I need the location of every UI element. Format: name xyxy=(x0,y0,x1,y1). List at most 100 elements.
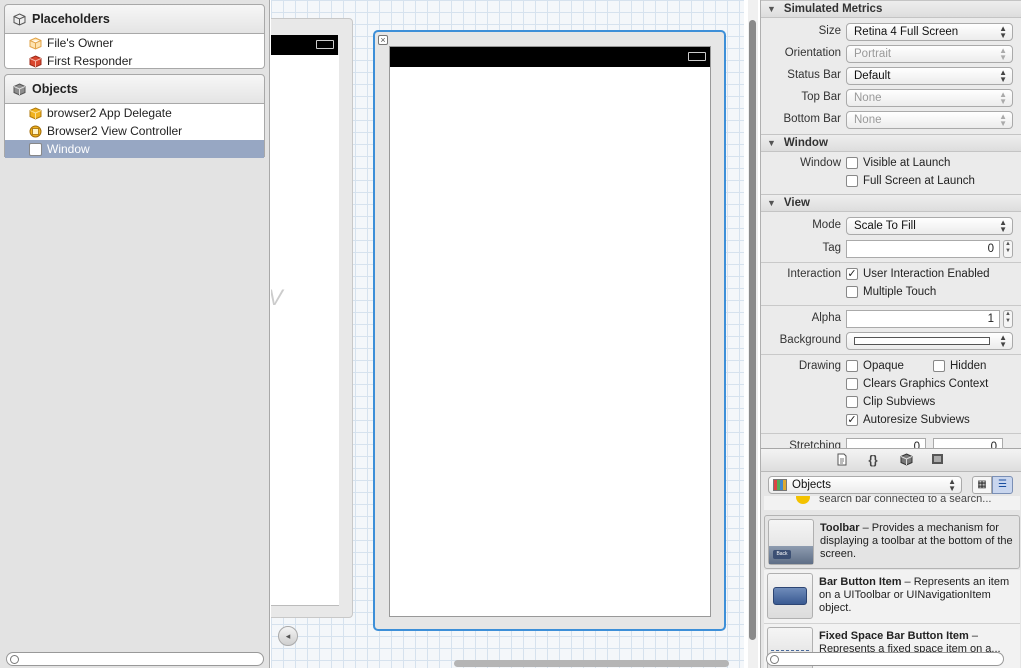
outline-item-files-owner[interactable]: File's Owner xyxy=(5,34,264,52)
top-bar-popup: None ▲ ▼ xyxy=(846,89,1013,107)
objects-header[interactable]: Objects xyxy=(4,74,265,104)
search-icon xyxy=(770,654,779,664)
background-color-popup[interactable]: ▲ ▼ xyxy=(846,332,1013,350)
updown-arrows-icon: ▲ ▼ xyxy=(999,90,1007,106)
checkbox-label: Visible at Launch xyxy=(863,157,951,169)
updown-arrows-icon: ▲ ▼ xyxy=(999,112,1007,128)
cube-icon xyxy=(13,82,26,96)
collapse-outline-button[interactable]: ◂ xyxy=(278,626,298,646)
scrollbar-thumb[interactable] xyxy=(749,20,756,640)
interface-canvas[interactable]: V × ◂ xyxy=(271,0,744,668)
multiple-touch-checkbox[interactable]: Multiple Touch xyxy=(846,286,936,298)
bottom-bar-popup: None ▲ ▼ xyxy=(846,111,1013,129)
full-screen-at-launch-checkbox[interactable]: Full Screen at Launch xyxy=(846,175,975,187)
window-row-label: Window xyxy=(800,157,841,169)
object-library: Objects ▲ ▼ ▦ ☰ search bar connected to a… xyxy=(760,472,1021,668)
simulated-metrics-header[interactable]: ▼ Simulated Metrics xyxy=(761,0,1021,18)
stretching-x-field[interactable]: 0 xyxy=(846,438,926,448)
outline-filter-field[interactable] xyxy=(6,652,264,666)
list-item-partial[interactable]: search bar connected to a search... xyxy=(764,496,1020,510)
opaque-checkbox[interactable]: Opaque xyxy=(846,360,904,372)
checkmark-icon: ✓ xyxy=(846,268,858,280)
window-section-header[interactable]: ▼ Window xyxy=(761,134,1021,152)
scrollbar-thumb[interactable] xyxy=(454,660,729,667)
placeholders-title: Placeholders xyxy=(32,12,110,26)
user-interaction-checkbox[interactable]: ✓ User Interaction Enabled xyxy=(846,268,990,280)
window-scene[interactable]: × xyxy=(373,30,726,631)
code-snippet-icon[interactable]: {} xyxy=(866,453,880,467)
checkbox-box xyxy=(846,396,858,408)
media-library-icon[interactable] xyxy=(930,453,944,467)
checkbox-box xyxy=(933,360,945,372)
cube-wireframe-icon xyxy=(29,36,42,50)
placeholders-header[interactable]: Placeholders xyxy=(4,4,265,34)
window-icon xyxy=(29,142,42,156)
view-section-header[interactable]: ▼ View xyxy=(761,194,1021,212)
library-item-bar-button-item[interactable]: Bar Button Item – Represents an item on … xyxy=(764,570,1020,624)
status-bar-popup[interactable]: Default ▲ ▼ xyxy=(846,67,1013,85)
outline-item-first-responder[interactable]: First Responder xyxy=(5,52,264,70)
library-item-toolbar[interactable]: Back Toolbar – Provides a mechanism for … xyxy=(764,515,1020,569)
visible-at-launch-checkbox[interactable]: Visible at Launch xyxy=(846,157,950,169)
view-controller-icon xyxy=(29,125,42,138)
battery-icon xyxy=(316,40,334,49)
cube-wireframe-icon xyxy=(13,12,26,26)
status-bar xyxy=(271,35,338,55)
alpha-label: Alpha xyxy=(811,312,841,324)
close-icon[interactable]: × xyxy=(378,35,388,45)
alpha-stepper[interactable]: ▲ ▼ xyxy=(1003,310,1013,328)
canvas-vertical-scrollbar[interactable] xyxy=(748,0,758,668)
hidden-checkbox[interactable]: Hidden xyxy=(933,360,986,372)
library-selector[interactable]: Objects ▲ ▼ xyxy=(768,476,962,494)
window-view[interactable] xyxy=(389,46,711,617)
object-library-icon[interactable] xyxy=(899,453,913,467)
checkbox-label: User Interaction Enabled xyxy=(863,268,990,280)
updown-arrows-icon: ▲ ▼ xyxy=(999,333,1007,349)
checkbox-label: Opaque xyxy=(863,360,904,372)
list-view-icon[interactable]: ☰ xyxy=(992,476,1013,494)
library-filter-field[interactable] xyxy=(766,652,1004,666)
mode-label: Mode xyxy=(812,219,841,231)
view-controller-scene[interactable]: V xyxy=(271,18,353,618)
background-label: Background xyxy=(779,334,841,346)
divider xyxy=(761,433,1021,434)
outline-item-view-controller[interactable]: Browser2 View Controller xyxy=(5,122,264,140)
fixed-space-preview xyxy=(771,650,809,651)
status-bar-label: Status Bar xyxy=(787,69,841,81)
item-description: Bar Button Item – Represents an item on … xyxy=(819,576,1019,615)
bottom-bar-label: Bottom Bar xyxy=(783,113,841,125)
grid-view-icon[interactable]: ▦ xyxy=(972,476,992,494)
tag-label: Tag xyxy=(822,242,841,254)
updown-arrows-icon: ▲ ▼ xyxy=(999,68,1007,84)
books-icon xyxy=(773,479,787,491)
interaction-label: Interaction xyxy=(787,268,841,280)
clears-graphics-checkbox[interactable]: Clears Graphics Context xyxy=(846,378,988,390)
disclosure-triangle-icon: ▼ xyxy=(767,4,776,14)
alpha-field[interactable]: 1 xyxy=(846,310,1000,328)
stretching-y-field[interactable]: 0 xyxy=(933,438,1003,448)
section-title: Simulated Metrics xyxy=(783,3,883,15)
mode-popup[interactable]: Scale To Fill ▲ ▼ xyxy=(846,217,1013,235)
outline-item-label: File's Owner xyxy=(47,36,114,50)
tag-field[interactable]: 0 xyxy=(846,240,1000,258)
scene-view[interactable] xyxy=(271,55,339,606)
color-swatch xyxy=(854,337,990,345)
size-popup[interactable]: Retina 4 Full Screen ▲ ▼ xyxy=(846,23,1013,41)
popup-value: Scale To Fill xyxy=(854,220,916,232)
outline-item-app-delegate[interactable]: browser2 App Delegate xyxy=(5,104,264,122)
tag-stepper[interactable]: ▲ ▼ xyxy=(1003,240,1013,258)
partial-description: search bar connected to a search... xyxy=(819,496,992,505)
checkbox-box xyxy=(846,157,858,169)
autoresize-subviews-checkbox[interactable]: ✓ Autoresize Subviews xyxy=(846,414,970,426)
checkmark-icon: ✓ xyxy=(846,414,858,426)
clip-subviews-checkbox[interactable]: Clip Subviews xyxy=(846,396,935,408)
library-tab-bar: {} xyxy=(760,448,1021,472)
file-template-icon[interactable] xyxy=(835,453,849,467)
divider xyxy=(761,305,1021,306)
search-bar-icon xyxy=(796,496,810,504)
item-name: Toolbar xyxy=(820,522,860,534)
outline-item-window[interactable]: Window xyxy=(5,140,264,158)
document-outline: Placeholders File's Owner First Responde… xyxy=(0,0,270,668)
top-bar-label: Top Bar xyxy=(801,91,841,103)
checkbox-label: Clip Subviews xyxy=(863,396,936,408)
